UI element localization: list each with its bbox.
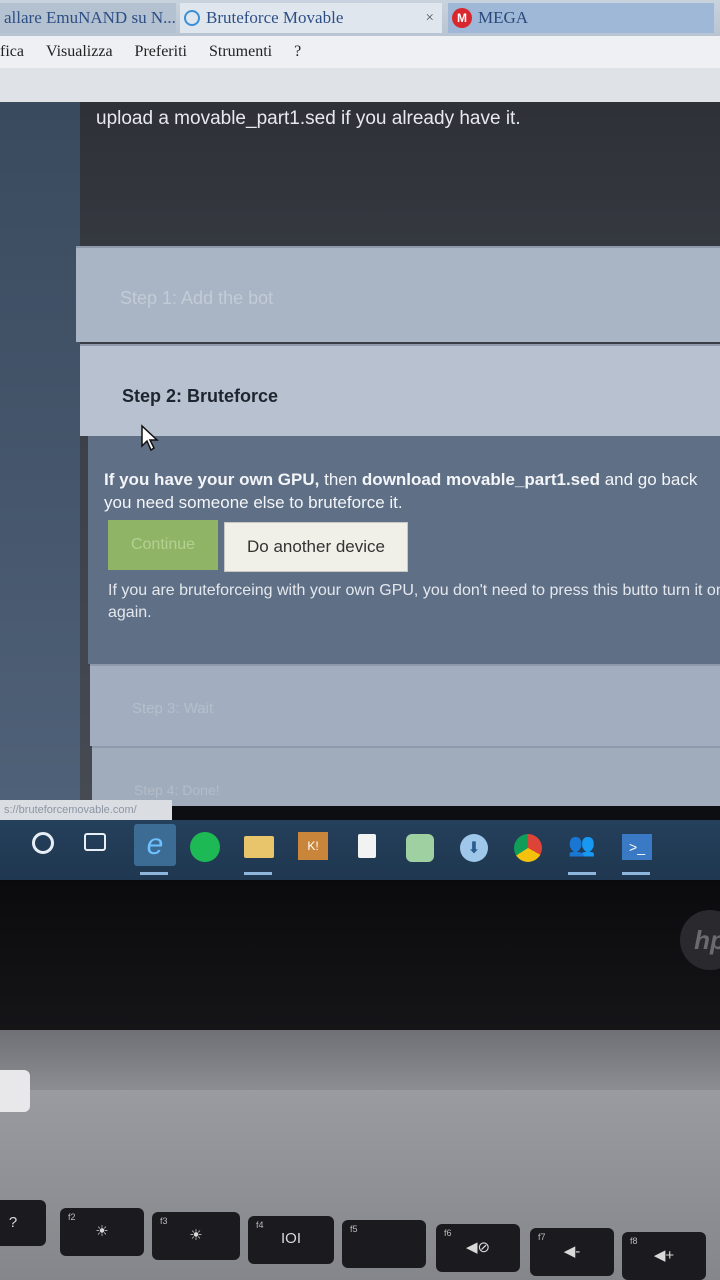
powershell-icon[interactable]: >_: [622, 834, 652, 860]
step-4-label: Step 4: Done!: [134, 782, 220, 798]
intro-text: upload a movable_part1.sed if you alread…: [96, 108, 521, 129]
step-3-header[interactable]: Step 3: Wait: [90, 664, 720, 746]
menu-item-strumenti[interactable]: Strumenti: [209, 43, 272, 61]
document-icon[interactable]: [358, 834, 376, 858]
menu-item-visualizza[interactable]: Visualizza: [46, 43, 113, 61]
mega-logo-icon: M: [452, 8, 472, 28]
chrome-icon[interactable]: [514, 834, 542, 862]
internet-explorer-icon[interactable]: e: [134, 824, 176, 866]
step-3-label: Step 3: Wait: [132, 700, 214, 717]
key-question: ?: [0, 1200, 46, 1246]
mouse-cursor-icon: [141, 424, 159, 452]
cortana-search-icon[interactable]: [32, 832, 54, 854]
laptop-bezel: [0, 880, 720, 1030]
browser-tab-bar: allare EmuNAND su N... Bruteforce Movabl…: [0, 0, 720, 36]
do-another-device-button[interactable]: Do another device: [224, 522, 408, 572]
spotify-icon[interactable]: [190, 832, 220, 862]
keyboard-key-edge: [0, 1070, 30, 1112]
key-f4: f4 IOI: [248, 1216, 334, 1264]
instruction-text: and go back: [599, 470, 698, 489]
step-1-header[interactable]: Step 1: Add the bot: [76, 246, 720, 342]
close-tab-icon[interactable]: ×: [426, 10, 434, 27]
page-content: upload a movable_part1.sed if you alread…: [0, 102, 720, 806]
browser-toolbar-area: [0, 68, 720, 102]
active-indicator: [622, 872, 650, 875]
app-icon[interactable]: [406, 834, 434, 862]
continue-button[interactable]: Continue: [108, 520, 218, 570]
instruction-bold: If you have your own GPU,: [104, 470, 320, 489]
download-icon[interactable]: ⬇: [460, 834, 488, 862]
tab-bruteforce-movable[interactable]: Bruteforce Movable ×: [180, 3, 442, 33]
tab-mega[interactable]: M MEGA: [448, 3, 714, 33]
task-view-icon[interactable]: [84, 833, 106, 851]
active-indicator: [568, 872, 596, 875]
active-indicator: [140, 872, 168, 875]
laptop-keyboard: ? f2 ☀ f3 ☀ f4 IOI f5 f6 ◀⊘ f7 ◀- f8 ◀+: [0, 1090, 720, 1280]
page-left-margin: [0, 102, 80, 800]
browser-menu-bar: fica Visualizza Preferiti Strumenti ?: [0, 36, 720, 68]
app-icon[interactable]: K!: [298, 832, 328, 860]
key-f5: f5: [342, 1220, 426, 1268]
step-2-instructions: If you have your own GPU, then download …: [104, 468, 720, 514]
laptop-hinge: [0, 1030, 720, 1090]
tab-label: Bruteforce Movable: [206, 8, 344, 27]
ie-page-icon: [184, 10, 200, 26]
step-1-label: Step 1: Add the bot: [120, 288, 274, 308]
step-2-label: Step 2: Bruteforce: [122, 386, 279, 406]
tab-emunand[interactable]: allare EmuNAND su N...: [0, 3, 176, 33]
instruction-text: then: [319, 470, 362, 489]
status-bar-url: s://bruteforcemovable.com/: [0, 800, 172, 820]
menu-item-modifica[interactable]: fica: [0, 43, 24, 61]
key-f6: f6 ◀⊘: [436, 1224, 520, 1272]
tab-label: MEGA: [478, 8, 529, 27]
windows-taskbar: e K! ⬇ 👥 >_: [0, 820, 720, 880]
menu-item-help[interactable]: ?: [294, 43, 301, 61]
step-2-panel: If you have your own GPU, then download …: [88, 436, 720, 664]
menu-item-preferiti[interactable]: Preferiti: [135, 43, 187, 61]
key-f2: f2 ☀: [60, 1208, 144, 1256]
key-f7: f7 ◀-: [530, 1228, 614, 1276]
file-explorer-icon[interactable]: [244, 836, 274, 858]
tab-label: allare EmuNAND su N...: [4, 8, 176, 27]
step-4-header[interactable]: Step 4: Done!: [92, 746, 720, 806]
people-icon[interactable]: 👥: [568, 832, 598, 862]
key-f8: f8 ◀+: [622, 1232, 706, 1280]
instruction-bold: download movable_part1.sed: [361, 470, 600, 489]
active-indicator: [244, 872, 272, 875]
gpu-note: If you are bruteforceing with your own G…: [108, 582, 720, 621]
step-2-header[interactable]: Step 2: Bruteforce: [80, 344, 720, 436]
key-f3: f3 ☀: [152, 1212, 240, 1260]
instruction-text: you need someone else to bruteforce it.: [104, 493, 403, 512]
